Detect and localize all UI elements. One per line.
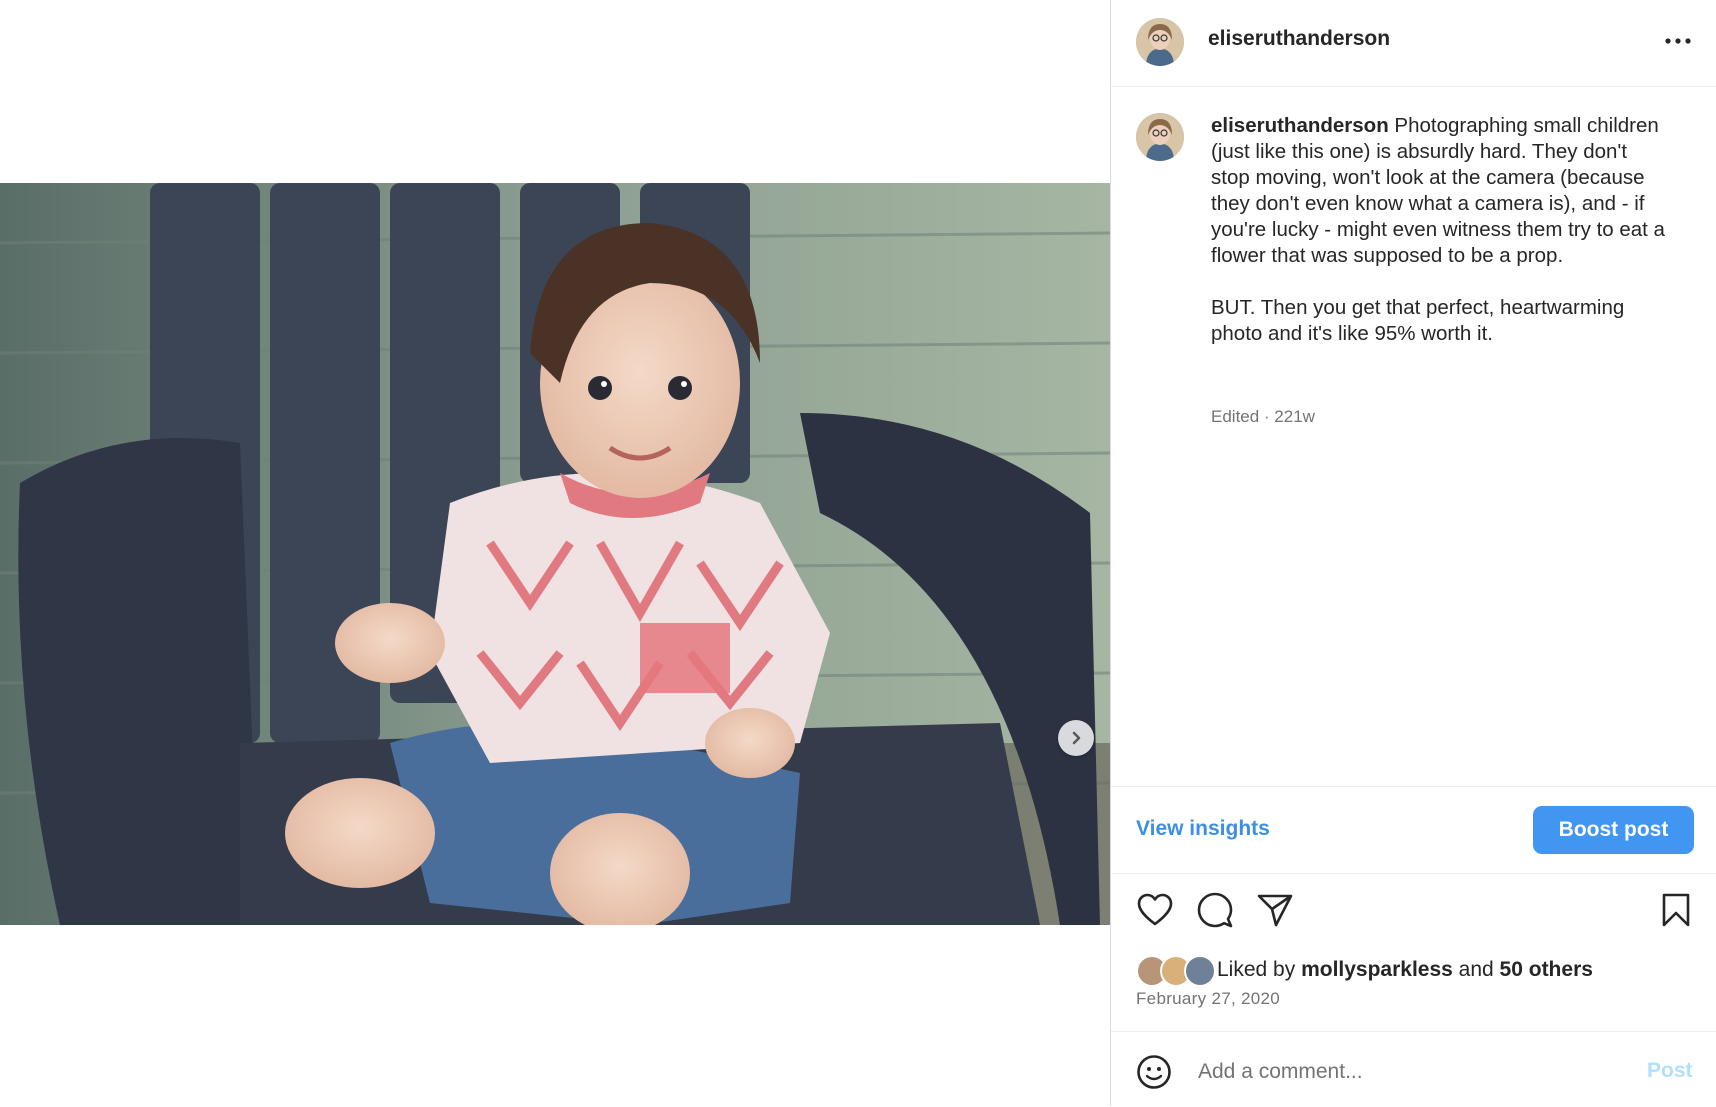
comment-button[interactable] — [1195, 890, 1235, 930]
caption-body: Photographing small children (just like … — [1211, 114, 1665, 345]
likes-prefix: Liked by — [1217, 958, 1302, 981]
caption-meta: Edited · 221w — [1211, 407, 1315, 426]
more-options-button[interactable] — [1660, 28, 1696, 54]
share-button[interactable] — [1255, 890, 1295, 930]
comment-input[interactable] — [1196, 1054, 1580, 1090]
caption-text: eliseruthanderson Photographing small ch… — [1211, 113, 1671, 347]
liker-avatars — [1136, 955, 1216, 987]
comment-bar: Post — [1111, 1031, 1716, 1107]
post-comment-button[interactable]: Post — [1647, 1059, 1693, 1083]
avatar[interactable] — [1136, 18, 1184, 66]
boost-post-button[interactable]: Boost post — [1533, 806, 1694, 854]
avatar — [1184, 955, 1216, 987]
post-author-username[interactable]: eliseruthanderson — [1208, 27, 1390, 51]
media-pane — [0, 0, 1110, 1106]
paper-plane-icon — [1257, 894, 1293, 927]
view-insights-link[interactable]: View insights — [1136, 817, 1270, 841]
caption-username[interactable]: eliseruthanderson — [1211, 114, 1389, 137]
more-horizontal-icon — [1665, 38, 1691, 44]
avatar[interactable] — [1136, 113, 1184, 161]
next-photo-button[interactable] — [1058, 720, 1094, 756]
chevron-right-icon — [1072, 731, 1081, 745]
post-actions — [1111, 890, 1716, 934]
likes-text: Liked by mollysparkless and 50 others — [1217, 958, 1593, 982]
emoji-smile-icon — [1137, 1055, 1171, 1089]
post-header: eliseruthanderson — [1111, 0, 1716, 87]
likes-summary: Liked by mollysparkless and 50 others — [1136, 955, 1696, 987]
post-date[interactable]: February 27, 2020 — [1136, 989, 1280, 1009]
liked-by-username[interactable]: mollysparkless — [1301, 958, 1453, 981]
heart-icon — [1137, 893, 1173, 926]
insights-bar: View insights Boost post — [1111, 786, 1716, 874]
post-sidebar: eliseruthanderson eliseruthanderson Phot… — [1111, 0, 1716, 1106]
likes-others-count[interactable]: 50 others — [1500, 958, 1593, 981]
post-photo[interactable] — [0, 183, 1110, 925]
bookmark-icon — [1662, 893, 1690, 927]
like-button[interactable] — [1135, 890, 1175, 930]
photo-child-on-chair — [0, 183, 1110, 925]
save-button[interactable] — [1656, 890, 1696, 930]
likes-connector: and — [1452, 958, 1500, 981]
emoji-button[interactable] — [1135, 1053, 1173, 1091]
comment-bubble-icon — [1197, 892, 1233, 928]
